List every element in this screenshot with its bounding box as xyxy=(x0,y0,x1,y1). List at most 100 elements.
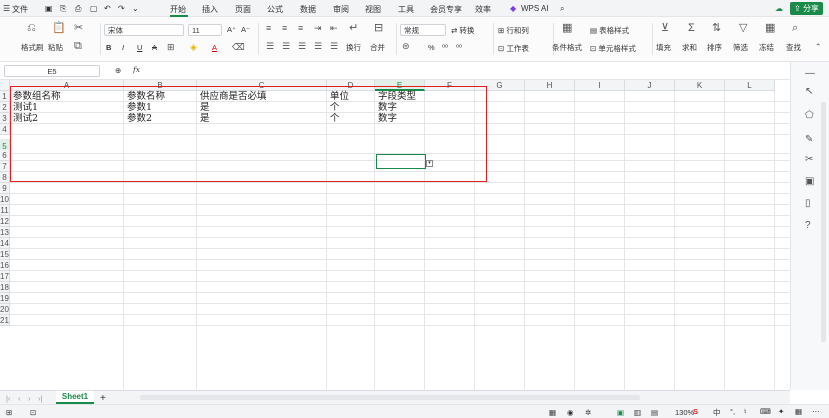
fill-button[interactable]: 填充 xyxy=(656,42,671,53)
spreadsheet-grid[interactable]: ABCDEFGHIJKL 1 2 3 4 5 6 7 8 9 10 11 12 13 14 15 16 17 18… xyxy=(0,80,790,390)
format-painter-button[interactable]: 格式刷 xyxy=(21,42,44,53)
rows-cols-button[interactable]: ⊞ 行和列 xyxy=(498,25,529,36)
tab-view[interactable]: 视图 xyxy=(365,4,381,15)
row-header-6[interactable]: 6 xyxy=(0,150,10,161)
name-box[interactable]: E5 xyxy=(4,65,100,77)
image-icon[interactable]: ▣ xyxy=(805,176,814,187)
tab-review[interactable]: 审阅 xyxy=(333,4,349,15)
find-button[interactable]: 查找 xyxy=(786,42,801,53)
select-pointer-icon[interactable]: ↖ xyxy=(805,86,813,97)
increase-decimal-button[interactable]: ⁰⁰ xyxy=(456,43,462,52)
worksheet-button[interactable]: ⊡ 工作表 xyxy=(498,43,529,54)
wrap-button[interactable]: 换行 xyxy=(346,42,361,53)
sort-icon[interactable]: ⇅ xyxy=(712,23,721,34)
prev-sheet-icon[interactable]: ‹ xyxy=(18,394,21,403)
fill-icon[interactable]: ⊻ xyxy=(661,23,669,34)
table-style-button[interactable]: ▤ 表格样式 xyxy=(590,25,629,36)
row-header-21[interactable]: 21 xyxy=(0,315,10,326)
share-button[interactable]: ⇪ 分享 xyxy=(790,2,823,15)
align-top-icon[interactable]: ≡ xyxy=(266,23,271,34)
border-icon[interactable]: ⊞ xyxy=(167,42,175,53)
bold-button[interactable]: B xyxy=(106,43,111,52)
tab-insert[interactable]: 插入 xyxy=(202,4,218,15)
settings-icon[interactable]: ✲ xyxy=(585,408,591,417)
last-sheet-icon[interactable]: ›| xyxy=(38,394,42,403)
font-size-select[interactable]: 11 xyxy=(188,24,222,36)
align-left-icon[interactable]: ☰ xyxy=(266,41,274,52)
shape-icon[interactable]: ⬠ xyxy=(805,110,814,121)
column-header-L[interactable]: L xyxy=(725,80,775,91)
row-header-12[interactable]: 12 xyxy=(0,216,10,227)
thousands-button[interactable]: ⁰⁰ xyxy=(442,43,448,52)
more-icon[interactable]: ⌄ xyxy=(132,4,139,13)
filter-button[interactable]: 筛选 xyxy=(733,42,748,53)
book-icon[interactable]: ▯ xyxy=(805,198,811,209)
convert-button[interactable]: ⇄ 转换 xyxy=(451,25,474,36)
freeze-icon[interactable]: ▦ xyxy=(765,23,775,34)
add-sheet-icon[interactable]: + xyxy=(100,393,106,404)
sort-button[interactable]: 排序 xyxy=(707,42,722,53)
next-sheet-icon[interactable]: › xyxy=(28,394,31,403)
tab-formula[interactable]: 公式 xyxy=(267,4,283,15)
mic-icon[interactable]: ♮ xyxy=(744,407,747,416)
fx-icon[interactable]: fx xyxy=(133,65,140,74)
grid-icon[interactable]: ▦ xyxy=(795,407,802,416)
merge-icon[interactable]: ⊟ xyxy=(374,23,383,34)
column-header-H[interactable]: H xyxy=(525,80,575,91)
tab-member[interactable]: 会员专享 xyxy=(430,4,462,15)
row-header-11[interactable]: 11 xyxy=(0,205,10,216)
cond-format-icon[interactable]: ▦ xyxy=(562,23,572,34)
decrease-font-button[interactable]: A⁻ xyxy=(241,25,250,34)
row-header-20[interactable]: 20 xyxy=(0,304,10,315)
paste-button[interactable]: 粘贴 xyxy=(48,42,63,53)
cloud-icon[interactable]: ☁ xyxy=(775,4,783,13)
page-layout-icon[interactable]: ▥ xyxy=(634,408,641,417)
indent-icon[interactable]: ⇥ xyxy=(314,23,322,34)
sum-button[interactable]: 求和 xyxy=(682,42,697,53)
formula-input[interactable] xyxy=(150,65,778,77)
paste-icon[interactable]: 📋 xyxy=(52,23,66,34)
underline-button[interactable]: U xyxy=(137,43,142,52)
wrap-icon[interactable]: ↵ xyxy=(349,23,358,34)
find-icon[interactable]: ⌕ xyxy=(792,23,798,34)
row-header-3[interactable]: 3 xyxy=(0,113,10,124)
align-center-icon[interactable]: ☰ xyxy=(282,41,290,52)
cut-icon[interactable]: ✂ xyxy=(74,23,83,34)
tab-efficiency[interactable]: 效率 xyxy=(475,4,491,15)
help-icon[interactable]: ? xyxy=(805,220,811,231)
align-bottom-icon[interactable]: ≡ xyxy=(298,23,303,34)
row-header-13[interactable]: 13 xyxy=(0,227,10,238)
font-name-select[interactable]: 宋体 xyxy=(104,24,184,36)
row-header-19[interactable]: 19 xyxy=(0,293,10,304)
vertical-scrollbar[interactable] xyxy=(821,102,826,342)
cell-style-button[interactable]: ⊡ 单元格样式 xyxy=(590,43,636,54)
zoom-formula-icon[interactable]: ⊕ xyxy=(115,66,121,75)
filter-icon[interactable]: ▽ xyxy=(739,23,747,34)
row-header-16[interactable]: 16 xyxy=(0,260,10,271)
export-icon[interactable]: ⎘ xyxy=(60,4,66,14)
row-header-9[interactable]: 9 xyxy=(0,183,10,194)
align-middle-icon[interactable]: ≡ xyxy=(282,23,287,34)
distribute-icon[interactable]: ☰ xyxy=(330,41,338,52)
row-header-4[interactable]: 4 xyxy=(0,124,10,135)
column-header-J[interactable]: J xyxy=(625,80,675,91)
row-header-18[interactable]: 18 xyxy=(0,282,10,293)
row-header-14[interactable]: 14 xyxy=(0,238,10,249)
copy-icon[interactable]: ⧉ xyxy=(74,41,82,52)
freeze-button[interactable]: 冻结 xyxy=(759,42,774,53)
save-icon[interactable]: ▣ xyxy=(45,4,53,13)
percent-button[interactable]: % xyxy=(428,43,435,52)
merge-button[interactable]: 合并 xyxy=(370,42,385,53)
strike-button[interactable]: A xyxy=(152,43,157,52)
increase-font-button[interactable]: A⁺ xyxy=(227,25,236,34)
sum-icon[interactable]: Σ xyxy=(688,23,695,34)
macro-icon[interactable]: ⊞ xyxy=(6,408,12,417)
style-icon[interactable]: ✎ xyxy=(805,134,813,145)
number-format-select[interactable]: 常规 xyxy=(400,24,446,36)
tab-data[interactable]: 数据 xyxy=(300,4,316,15)
keyboard-icon[interactable]: ⌨ xyxy=(760,407,771,416)
redo-icon[interactable]: ↷ xyxy=(118,4,125,13)
format-painter-icon[interactable]: ⎌ xyxy=(27,23,36,34)
row-header-8[interactable]: 8 xyxy=(0,172,10,183)
ribbon-collapse-icon[interactable]: ⌃ xyxy=(815,42,821,51)
